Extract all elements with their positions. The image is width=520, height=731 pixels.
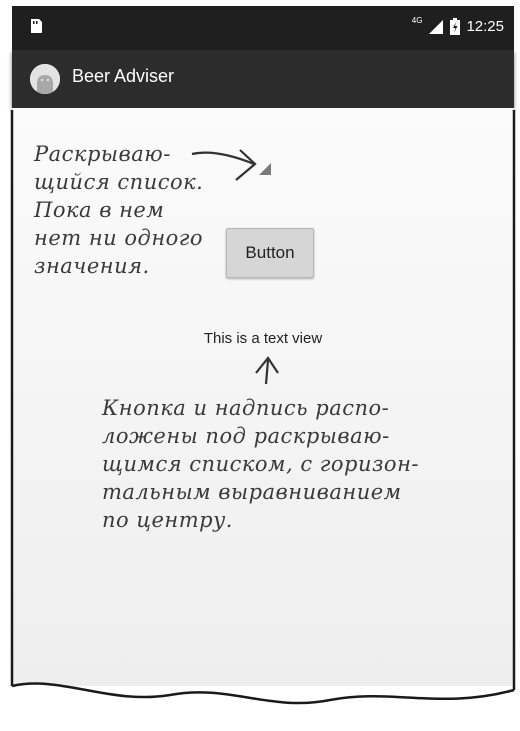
annotation-line: тальным выравниванием — [102, 480, 402, 504]
app-title: Beer Adviser — [72, 66, 175, 86]
battery-charging-icon — [450, 18, 461, 35]
annotation-line: нет ни одного — [34, 226, 204, 250]
annotation-line: Раскрываю- — [34, 142, 171, 166]
annotation-line: щимся списком, с горизон- — [102, 452, 419, 476]
status-bar: 4G 12:25 — [12, 6, 514, 50]
text-view: This is a text view — [203, 330, 323, 347]
spinner-dropdown[interactable] — [259, 163, 271, 175]
annotation-line: Кнопка и надпись распо- — [102, 396, 390, 420]
annotation-line: Пока в нем — [34, 198, 165, 222]
network-type: 4G — [411, 16, 423, 25]
sim-card-icon — [31, 19, 42, 33]
android-logo-icon — [30, 64, 60, 94]
status-right: 4G 12:25 — [411, 16, 504, 35]
annotation-line: щийся список. — [34, 170, 204, 194]
layout-annotation: Кнопка и надпись распо- ложены под раскр… — [102, 394, 419, 534]
signal-icon — [429, 19, 444, 34]
button[interactable]: Button — [226, 228, 314, 278]
torn-paper-edge-line — [11, 682, 515, 705]
app-bar: Beer Adviser — [12, 50, 514, 108]
spinner-annotation: Раскрываю- щийся список. Пока в нем нет … — [34, 140, 203, 280]
annotation-line: значения. — [34, 254, 150, 278]
annotation-line: по центру. — [102, 508, 233, 532]
main-content: Button This is a text view Раскрываю- щи… — [12, 108, 514, 686]
phone-frame: 4G 12:25 Beer Adviser Button This is a t… — [12, 6, 514, 686]
torn-paper-edge — [12, 683, 514, 731]
annotation-line: ложены под раскрываю- — [102, 424, 390, 448]
status-time: 12:25 — [466, 18, 504, 35]
